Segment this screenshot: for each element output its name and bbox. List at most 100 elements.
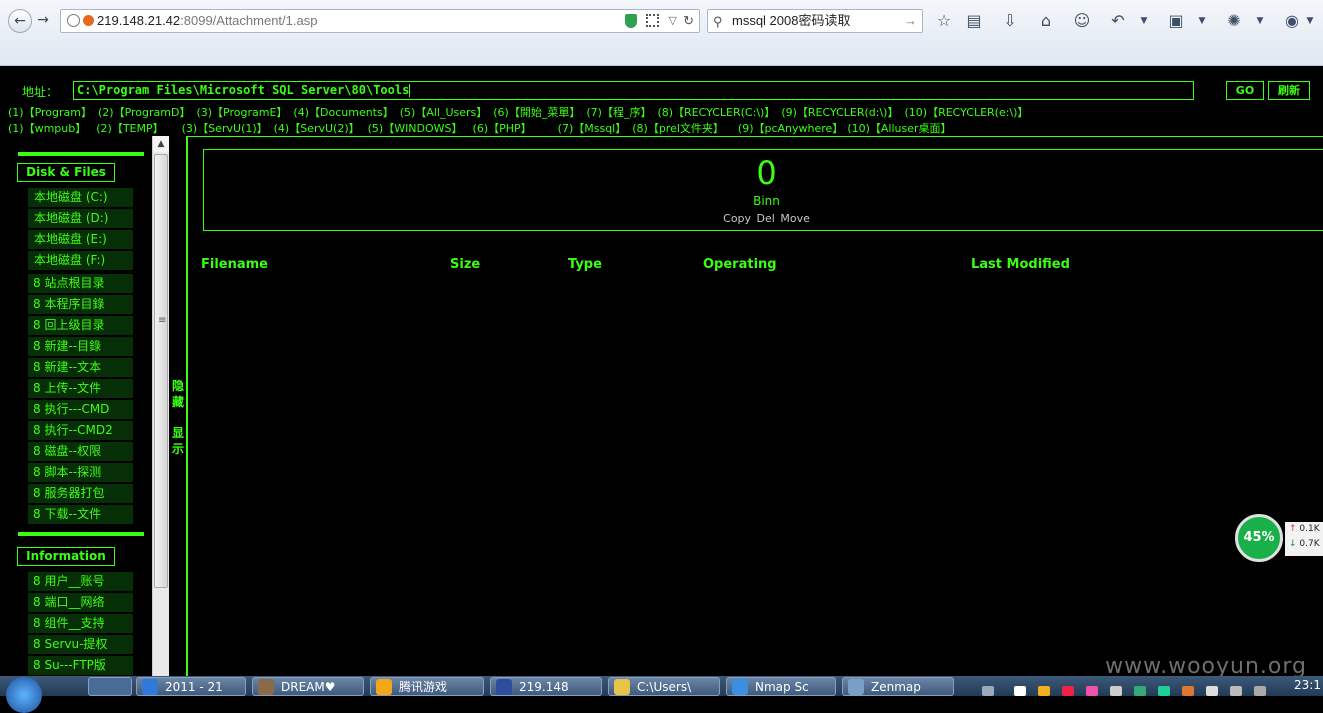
home-icon[interactable]: ⌂ xyxy=(1034,9,1058,33)
disk-item[interactable]: 本地磁盘 (F:) xyxy=(28,251,133,270)
scroll-thumb[interactable]: ≡ xyxy=(154,154,168,588)
bug-icon[interactable]: ✺ xyxy=(1222,9,1246,33)
hide-toggle[interactable]: 隐藏 xyxy=(171,378,185,410)
info-item[interactable]: 8 用户__账号 xyxy=(28,572,133,591)
tool-item[interactable]: 8 执行---CMD xyxy=(28,400,133,419)
go-button[interactable]: GO xyxy=(1226,81,1264,100)
quick-link[interactable]: (1)【wmpub】 xyxy=(8,122,86,135)
info-item[interactable]: 8 端口__网络 xyxy=(28,593,133,612)
disk-item[interactable]: 本地磁盘 (D:) xyxy=(28,209,133,228)
tool-item[interactable]: 8 站点根目录 xyxy=(28,274,133,293)
quick-link[interactable]: (8)【prel文件夹】 xyxy=(632,122,724,135)
tray-icon[interactable] xyxy=(1086,686,1098,696)
copy-action[interactable]: Copy xyxy=(723,212,751,225)
tool-item[interactable]: 8 脚本--探测 xyxy=(28,463,133,482)
disk-item[interactable]: 本地磁盘 (C:) xyxy=(28,188,133,207)
tool-item[interactable]: 8 新建--文本 xyxy=(28,358,133,377)
crop-icon[interactable]: ▣ xyxy=(1164,9,1188,33)
taskbar-item[interactable]: DREAM♥ xyxy=(252,677,364,696)
quick-link[interactable]: (10)【Alluser桌面】 xyxy=(847,122,951,135)
forward-button[interactable]: → xyxy=(34,9,52,33)
tool-item[interactable]: 8 服务器打包 xyxy=(28,484,133,503)
quick-link[interactable]: (4)【Documents】 xyxy=(293,106,393,119)
quick-link[interactable]: (9)【RECYCLER(d:\)】 xyxy=(781,106,898,119)
undo-icon[interactable]: ↶ xyxy=(1106,9,1130,33)
shield-icon[interactable] xyxy=(625,14,637,28)
taskbar-item-label: 腾讯游戏 xyxy=(399,680,448,694)
quick-link[interactable]: (5)【WINDOWS】 xyxy=(368,122,463,135)
delete-action[interactable]: Del xyxy=(757,212,775,225)
qr-code-icon[interactable] xyxy=(646,14,659,27)
taskbar-item[interactable]: Nmap Sc xyxy=(726,677,836,696)
dropdown-icon[interactable]: ▽ xyxy=(669,10,677,32)
quick-link[interactable]: (1)【Program】 xyxy=(8,106,92,119)
tray-icon[interactable] xyxy=(1158,686,1170,696)
info-item[interactable]: 8 Servu-提权 xyxy=(28,635,133,654)
move-action[interactable]: Move xyxy=(780,212,810,225)
tool-item[interactable]: 8 新建--目錄 xyxy=(28,337,133,356)
back-button[interactable]: ← xyxy=(8,9,32,33)
tool-item[interactable]: 8 回上级目录 xyxy=(28,316,133,335)
tool-item[interactable]: 8 磁盘--权限 xyxy=(28,442,133,461)
info-item[interactable]: 8 组件__支持 xyxy=(28,614,133,633)
folder-name: Binn xyxy=(753,194,780,208)
chat-icon[interactable]: ☺ xyxy=(1070,9,1094,33)
show-desktop-icon[interactable] xyxy=(88,677,132,696)
quick-link[interactable]: (7)【程_序】 xyxy=(586,106,651,119)
tool-item[interactable]: 8 执行--CMD2 xyxy=(28,421,133,440)
url-bar[interactable]: 219.148.21.42:8099/Attachment/1.asp ▽ ↻ xyxy=(60,9,700,33)
start-button[interactable] xyxy=(6,677,42,713)
download-icon[interactable]: ⇩ xyxy=(998,9,1022,33)
tray-icon[interactable] xyxy=(1038,686,1050,696)
quick-link[interactable]: (8)【RECYCLER(C:\)】 xyxy=(657,106,775,119)
scroll-up-icon[interactable]: ▲ xyxy=(153,136,169,152)
taskbar-item[interactable]: 腾讯游戏 xyxy=(370,677,484,696)
quick-link[interactable]: (10)【RECYCLER(e:\)】 xyxy=(904,106,1028,119)
crop-menu-icon[interactable]: ▼ xyxy=(1190,9,1214,33)
tool-item[interactable]: 8 上传--文件 xyxy=(28,379,133,398)
tray-icon[interactable] xyxy=(982,686,994,696)
quick-link[interactable]: (6)【開始_菜單】 xyxy=(493,106,580,119)
tray-icon[interactable] xyxy=(1014,686,1026,696)
quick-link[interactable]: (9)【pcAnywhere】 xyxy=(738,122,843,135)
quick-link[interactable]: (3)【ProgramE】 xyxy=(196,106,287,119)
address-input[interactable]: C:\Program Files\Microsoft SQL Server\80… xyxy=(73,81,1194,100)
undo-menu-icon[interactable]: ▼ xyxy=(1132,9,1156,33)
taskbar-item[interactable]: Zenmap xyxy=(842,677,954,696)
tray-icon[interactable] xyxy=(1134,686,1146,696)
quick-link[interactable]: (4)【ServU(2)】 xyxy=(274,122,360,135)
refresh-button[interactable]: 刷新 xyxy=(1268,81,1310,100)
speaker-icon[interactable] xyxy=(1230,686,1242,696)
quick-link[interactable]: (2)【TEMP】 xyxy=(96,122,163,135)
sidebar-scrollbar[interactable]: ▲ ≡ xyxy=(152,136,169,676)
taskbar-item[interactable]: 2011 - 21 xyxy=(136,677,246,696)
settings-menu-icon[interactable]: ▼ xyxy=(1298,9,1322,33)
sidebar: Disk & Files 本地磁盘 (C:) 本地磁盘 (D:) 本地磁盘 (E… xyxy=(14,148,148,676)
taskbar-item[interactable]: 219.148 xyxy=(490,677,602,696)
quick-link[interactable]: (5)【All_Users】 xyxy=(400,106,488,119)
tool-item[interactable]: 8 本程序目錄 xyxy=(28,295,133,314)
info-item[interactable]: 8 Su---FTP版 xyxy=(28,656,133,675)
column-header-last-modified: Last Modified xyxy=(971,257,1070,272)
tray-icon[interactable] xyxy=(1206,686,1218,696)
tray-icon[interactable] xyxy=(1182,686,1194,696)
tray-icon[interactable] xyxy=(1062,686,1074,696)
quick-link[interactable]: (7)【Mssql】 xyxy=(558,122,627,135)
bookmark-star-icon[interactable]: ☆ xyxy=(932,9,956,33)
reading-list-icon[interactable]: ▤ xyxy=(962,9,986,33)
network-icon[interactable] xyxy=(1254,686,1266,696)
search-input[interactable]: ⚲ mssql 2008密码读取 → xyxy=(707,9,923,33)
show-toggle[interactable]: 显示 xyxy=(171,425,185,457)
quick-link[interactable]: (3)【ServU(1)】 xyxy=(182,122,268,135)
taskbar-item[interactable]: C:\Users\ xyxy=(608,677,720,696)
tool-item[interactable]: 8 下载--文件 xyxy=(28,505,133,524)
network-monitor-widget[interactable]: 45% ↑ 0.1K ↓ 0.7K xyxy=(1235,514,1323,562)
bug-menu-icon[interactable]: ▼ xyxy=(1248,9,1272,33)
search-go-icon[interactable]: → xyxy=(904,10,917,32)
clock[interactable]: 23:1 xyxy=(1294,678,1321,692)
tray-icon[interactable] xyxy=(1110,686,1122,696)
reload-icon[interactable]: ↻ xyxy=(683,10,694,32)
quick-link[interactable]: (6)【PHP】 xyxy=(473,122,532,135)
quick-link[interactable]: (2)【ProgramD】 xyxy=(98,106,190,119)
disk-item[interactable]: 本地磁盘 (E:) xyxy=(28,230,133,249)
